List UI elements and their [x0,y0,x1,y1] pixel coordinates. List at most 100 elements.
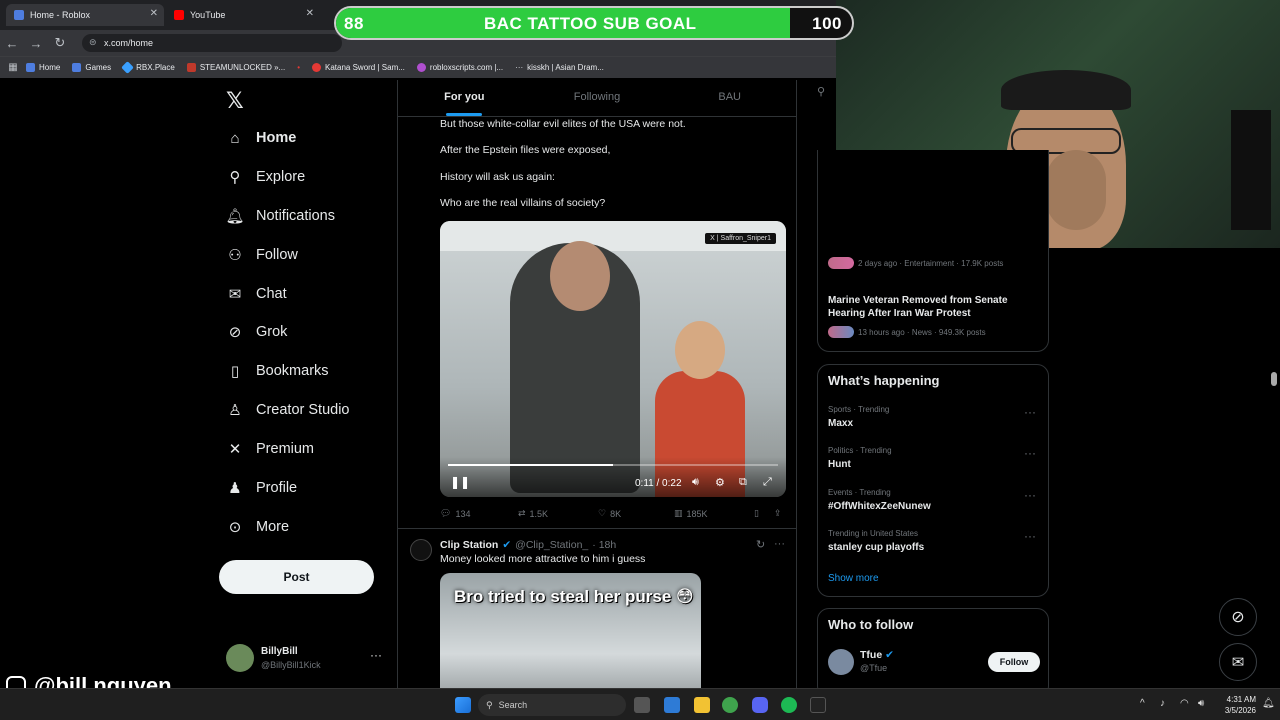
file-explorer-icon[interactable] [694,697,710,713]
show-more-link[interactable]: Show more [828,573,879,584]
more-options-icon[interactable]: ··· [1024,488,1036,502]
sidebar-item-more[interactable]: ⊙ More [226,518,289,536]
tweet-time[interactable]: · 18h [592,539,616,551]
sidebar-item-home[interactable]: ⌂ Home [226,129,296,147]
post-button[interactable]: Post [219,560,374,594]
volume-icon[interactable]: 🔊︎ [1198,698,1204,709]
discord-icon[interactable] [752,697,768,713]
clock[interactable]: 4:31 AM 3/5/2026 [1216,694,1256,716]
close-tab-icon[interactable]: ✕ [306,8,314,19]
video-scrubber[interactable] [448,464,778,466]
tweet-video[interactable]: X | Saffron_Sniper1 ❚❚ 0:11 / 0:22 🔊︎ ⚙ … [440,221,786,497]
forward-icon[interactable]: → [24,36,48,51]
grok-float-icon[interactable]: ⊘ [1219,598,1257,636]
follow-button[interactable]: Follow [988,652,1040,672]
trend-news-title[interactable]: Marine Veteran Removed from Senate Heari… [828,294,1040,320]
trend-item[interactable]: Events · Trending #OffWhitexZeeNunew ··· [818,486,1048,524]
sidebar-item-chat[interactable]: ✉ Chat [226,285,287,303]
scrollbar-thumb[interactable] [1271,372,1277,386]
trend-item[interactable]: Trending in United States stanley cup pl… [818,527,1048,565]
tab-bau[interactable]: BAU [663,80,796,116]
more-options-icon[interactable]: ··· [1024,446,1036,460]
more-options-icon[interactable]: ··· [1024,529,1036,543]
browser-tab-roblox[interactable]: Home - Roblox ✕ [6,4,164,26]
more-options-icon[interactable]: ··· [774,538,785,550]
trend-name: Maxx [828,418,854,429]
avatar[interactable] [410,539,432,561]
avatar[interactable] [828,649,854,675]
author-handle[interactable]: @Clip_Station_ [515,539,588,551]
bookmark-kisskh[interactable]: ⋯ kisskh | Asian Dram... [515,63,604,72]
sidebar-item-follow[interactable]: ⚇ Follow [226,246,298,264]
sidebar-item-notifications[interactable]: 🔔︎ Notifications [225,207,335,225]
reload-icon[interactable]: ↻ [48,35,72,51]
bookmark-red-dot[interactable]: • [297,63,300,72]
sidebar-item-creator-studio[interactable]: ♙ Creator Studio [226,401,349,419]
notification-bell-icon[interactable]: 🔔︎ [1262,698,1275,709]
sidebar-item-grok[interactable]: ⊘ Grok [226,323,288,341]
messages-float-icon[interactable]: ✉ [1219,643,1257,681]
taskbar-search[interactable]: ⚲ Search [478,694,626,716]
reply-button[interactable]: 💬︎ 134 [440,508,470,519]
search-icon[interactable]: ⚲ [817,85,837,109]
bookmark-button[interactable]: ▯ [754,508,759,519]
video-figure-face [550,241,610,311]
chrome-icon[interactable] [722,697,738,713]
tray-chevron-icon[interactable]: ^ [1140,698,1145,709]
avatars-icon [828,326,854,338]
search-icon: ⚲ [229,169,241,186]
apps-grid-icon[interactable]: ▦ [0,62,26,73]
url-field[interactable]: ⊜ x.com/home [82,34,342,52]
wifi-icon[interactable]: ◠ [1180,698,1189,709]
share-button[interactable]: ⇪ [774,508,782,519]
volume-icon[interactable]: 🔊︎ [692,476,699,489]
pip-icon[interactable]: ⧉ [739,476,747,489]
obs-icon[interactable] [810,697,826,713]
start-icon[interactable] [455,697,471,713]
microphone-icon[interactable]: ♪ [1160,698,1165,709]
spotify-icon[interactable] [781,697,797,713]
bookmark-home[interactable]: Home [26,63,60,72]
sidebar-item-explore[interactable]: ⚲ Explore [226,168,306,186]
trend-meta: 13 hours ago · News · 949.3K posts [858,327,986,337]
sidebar-item-premium[interactable]: ✕ Premium [226,440,314,458]
task-view-icon[interactable] [634,697,650,713]
repost-button[interactable]: ⇄ 1.5K [518,508,548,519]
photos-icon[interactable] [664,697,680,713]
sidebar-item-label: Home [256,130,297,146]
site-info-icon[interactable]: ⊜ [89,37,97,48]
bookmark-katana[interactable]: Katana Sword | Sam... [312,63,405,72]
clock-date: 3/5/2026 [1224,706,1256,715]
back-icon[interactable]: ← [0,36,24,51]
repost-count: 1.5K [529,508,549,519]
tweet-text-line: After the Epstein files were exposed, [440,144,611,156]
x-logo-icon[interactable]: 𝕏 [226,88,244,114]
tab-for-you[interactable]: For you [398,80,531,116]
bookmark-robloxscripts[interactable]: robloxscripts.com |... [416,63,503,72]
grok-action-icon[interactable]: ↻ [756,538,765,551]
sidebar-item-profile[interactable]: ♟ Profile [226,479,297,497]
more-options-icon[interactable]: ··· [1024,405,1036,419]
sidebar-item-bookmarks[interactable]: ▯ Bookmarks [226,362,329,380]
like-button[interactable]: ♡ 8K [598,508,621,519]
pause-icon[interactable]: ❚❚ [450,475,470,489]
suggested-name[interactable]: Tfue ✔ [860,649,894,661]
trend-item[interactable]: Sports · Trending Maxx ··· [818,403,1048,441]
account-switcher[interactable]: BillyBill @BillyBill1Kick ··· [226,644,386,674]
trend-item[interactable]: Politics · Trending Hunt ··· [818,444,1048,482]
bookmark-games[interactable]: Games [72,63,111,72]
close-tab-icon[interactable]: ✕ [150,8,158,19]
fullscreen-icon[interactable]: ⤢ [763,476,772,489]
trend-meta: Politics · Trending [828,446,892,455]
tab-following[interactable]: Following [531,80,664,116]
bookmark-steamunlocked[interactable]: STEAMUNLOCKED »... [186,63,285,72]
sidebar-item-label: Profile [256,480,298,496]
bookmark-rbxplace[interactable]: RBX.Place [121,61,175,74]
browser-tab-youtube[interactable]: YouTube ✕ [166,4,320,26]
settings-icon[interactable]: ⚙ [715,476,725,489]
sidebar-item-label: Chat [256,286,287,302]
timeline: For you Following BAU But those white-co… [397,80,797,720]
views-button[interactable]: ▥ 185K [674,508,708,519]
author-name[interactable]: Clip Station [440,539,498,551]
more-options-icon[interactable]: ··· [370,648,382,662]
